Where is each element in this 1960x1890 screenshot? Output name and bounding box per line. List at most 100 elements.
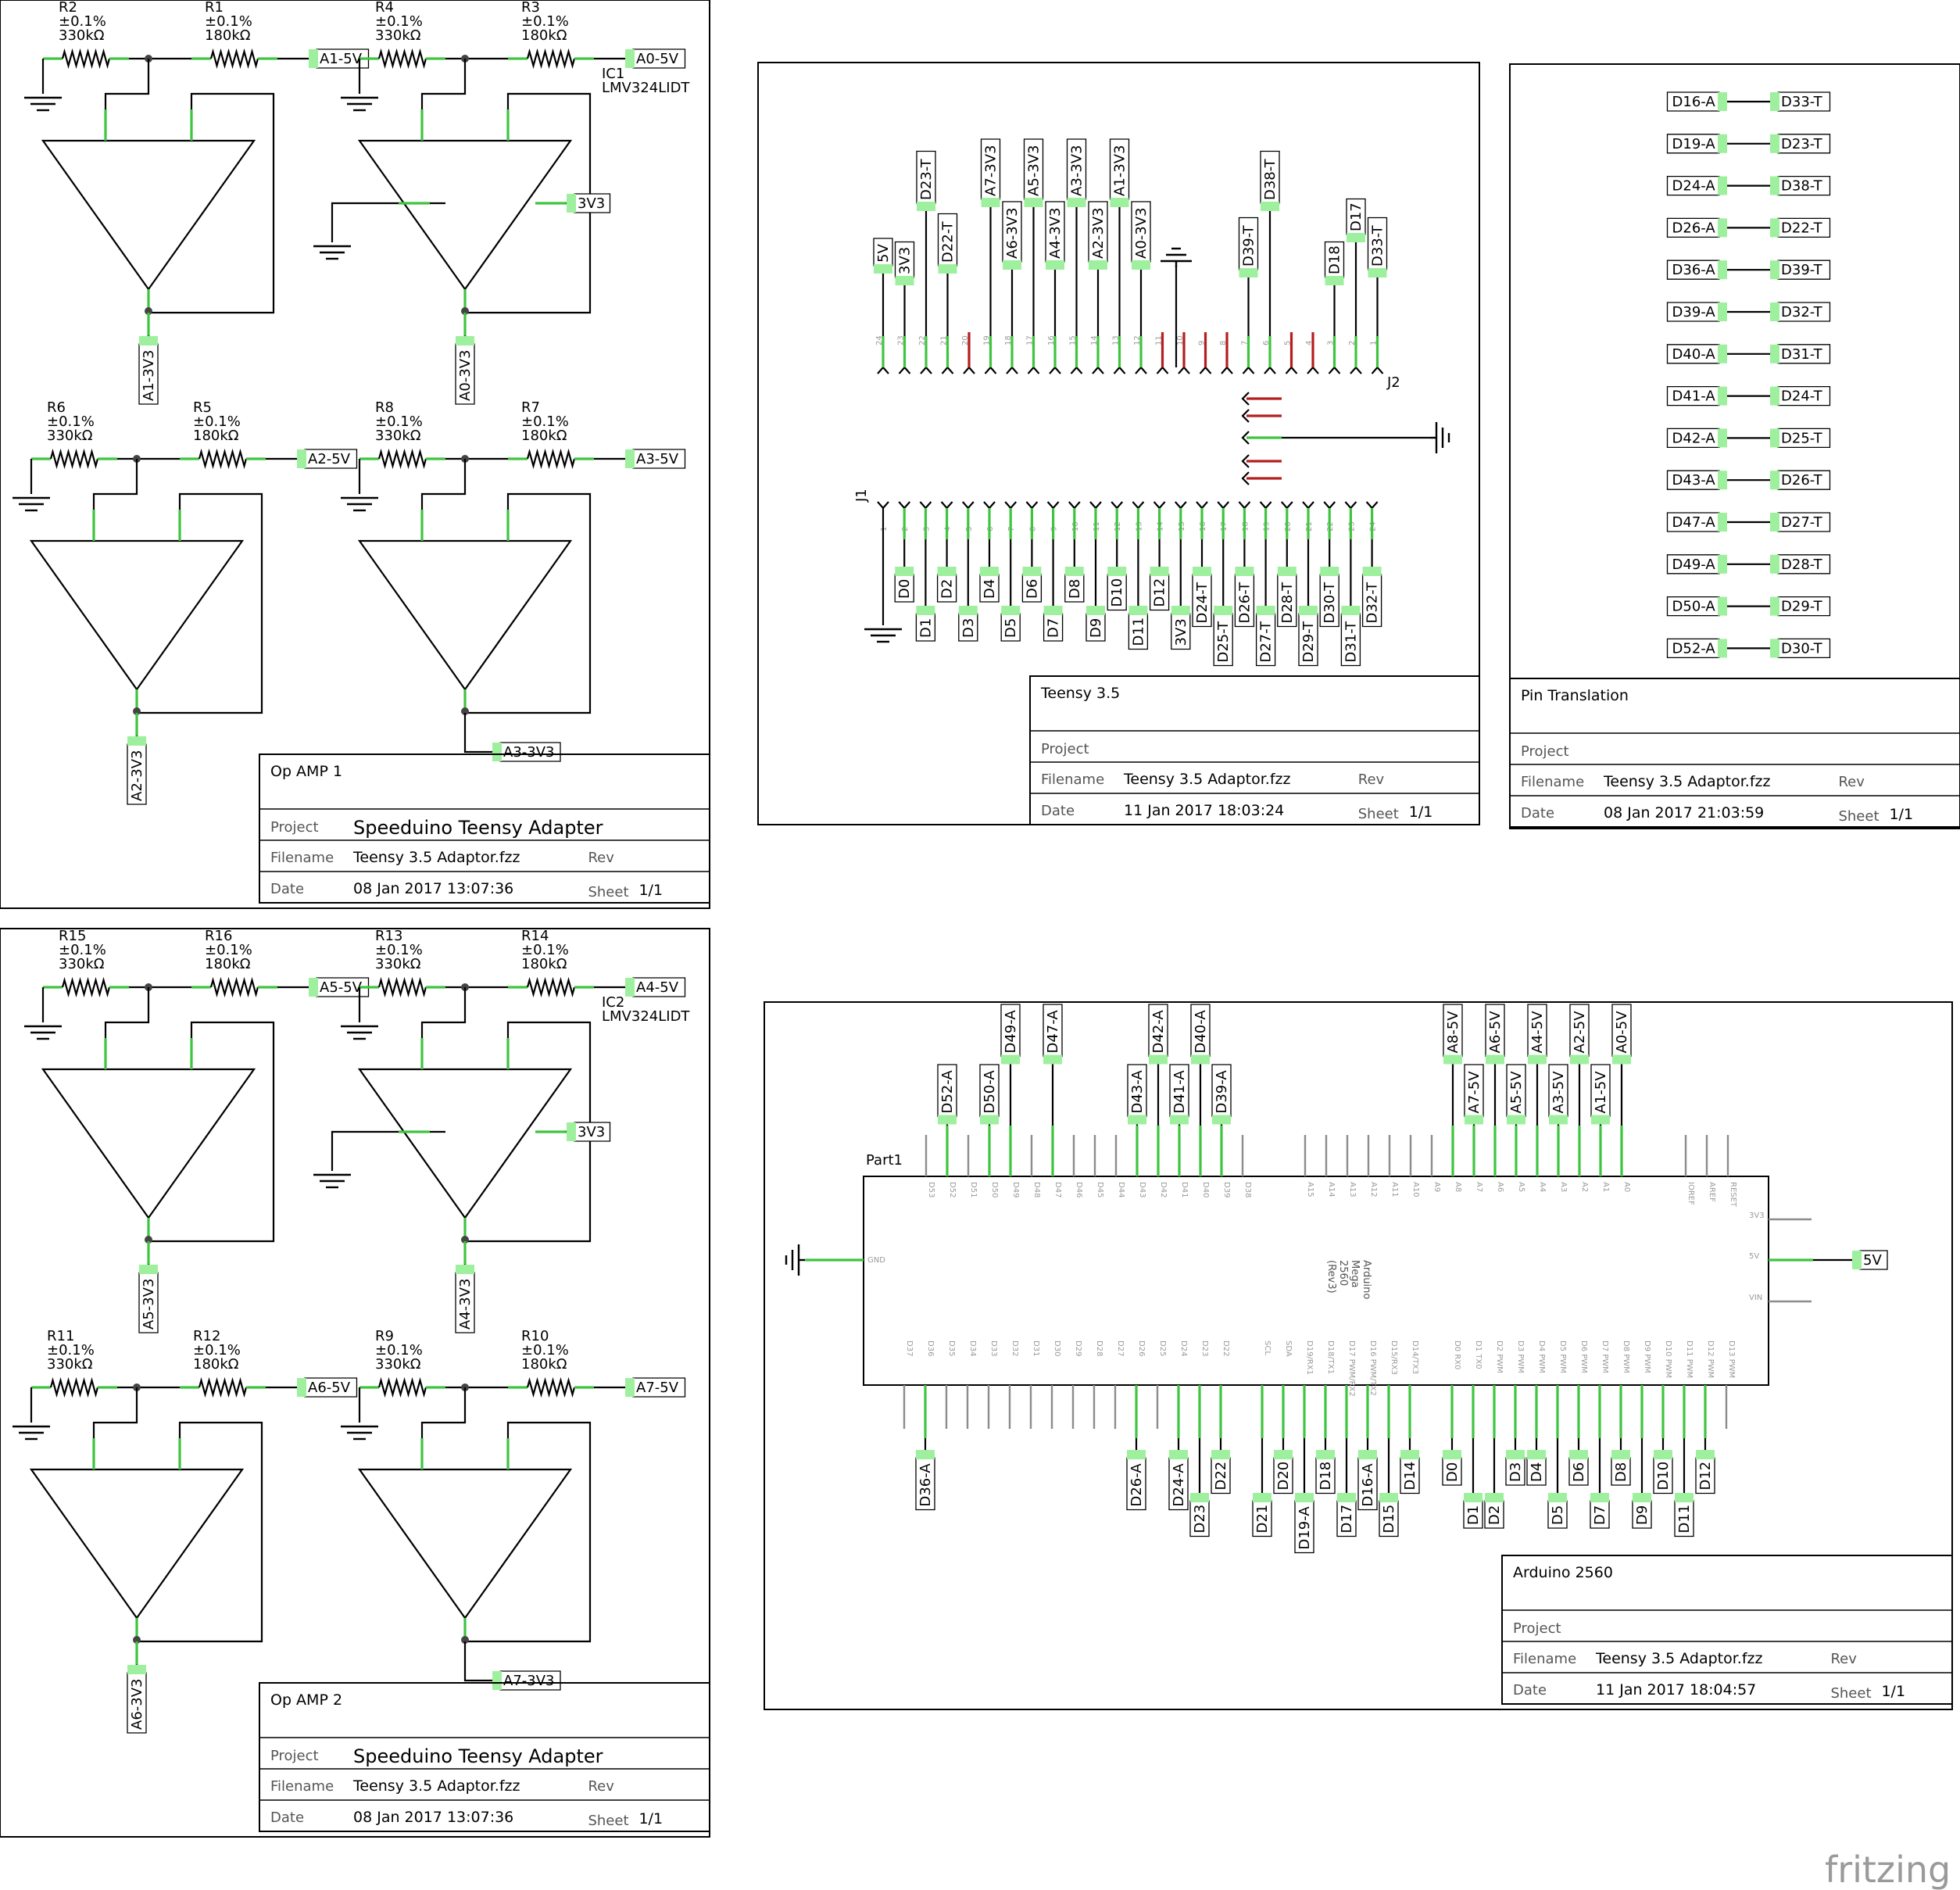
part-label: Part1 <box>866 1152 903 1169</box>
resistor-symbol <box>526 976 576 998</box>
title-block: Op AMP 1 Project Speeduino Teensy Adapter F… <box>259 753 710 904</box>
fritzing-logo: fritzing <box>1825 1849 1951 1890</box>
net-label: A5-5V <box>1506 1064 1526 1126</box>
connector-pin <box>941 366 954 374</box>
teensy-sheet: 24 23 22 21 20 19 18 17 16 15 14 13 12 11 10 9 8 7 6 5 4 3 2 15… <box>757 62 1480 825</box>
net-label: D43-A <box>1127 1064 1147 1126</box>
net-label-highlight <box>981 198 1000 207</box>
connector-pin <box>1302 501 1314 510</box>
arduino-name: 2560 <box>1337 1260 1349 1286</box>
net-label-highlight <box>1443 1054 1462 1065</box>
ground-symbol <box>341 496 378 512</box>
opamp-stage: R9±0.1%330kΩR10±0.1%180kΩA7-5VA7-3V3 <box>341 1328 686 1691</box>
translation-row: D39-A D32-T <box>1666 302 1831 322</box>
net-label-highlight <box>1633 1493 1651 1502</box>
net-label-text: A7-3V3 <box>503 1673 554 1689</box>
net-label: D49-A <box>1666 554 1728 575</box>
arduino-name: (Rev3) <box>1325 1260 1337 1294</box>
resistor-value: 180kΩ <box>205 27 251 44</box>
opamp1-sheet: R2±0.1%330kΩR1±0.1%180kΩA1-5VA1-3V3R4±0.… <box>0 0 710 909</box>
ground-symbol <box>341 1025 378 1040</box>
net-label: D19-A <box>1666 134 1728 154</box>
net-label: D22 <box>1211 1449 1231 1494</box>
net-label-highlight <box>938 264 957 274</box>
net-label: D41-A <box>1169 1064 1189 1126</box>
net-label: D50-A <box>1666 596 1728 617</box>
net-label: A2-3V3 <box>127 736 147 805</box>
connector-pin <box>898 366 911 374</box>
wire <box>104 59 150 109</box>
resistor-zigzag <box>526 1376 576 1398</box>
net-label-text: D39-A <box>1672 304 1716 320</box>
wire <box>104 987 150 1038</box>
net-label-highlight <box>1718 513 1727 532</box>
net-label: D9 <box>1632 1492 1652 1529</box>
net-label-text: D47-A <box>1672 514 1716 531</box>
resistor-value: 180kΩ <box>521 956 567 972</box>
net-label-highlight <box>127 1665 146 1674</box>
title-block-filename-label: Filename <box>270 1778 334 1795</box>
net-label-text: D0 <box>896 579 913 599</box>
net-label-highlight <box>916 606 935 615</box>
title-block-filename: Teensy 3.5 Adaptor.fzz <box>1123 771 1291 788</box>
net-label-text: D1 <box>1465 1505 1482 1525</box>
ground-symbol <box>13 1425 50 1441</box>
opamp-triangle <box>41 139 256 291</box>
net-label: A4-3V3 <box>1045 201 1065 270</box>
net-label: D19-A <box>1294 1492 1314 1554</box>
wire <box>465 1421 592 1643</box>
net-label-highlight <box>1443 1450 1461 1459</box>
net-label-text: D16-A <box>1360 1463 1376 1507</box>
net-label-text: D25-T <box>1215 621 1232 663</box>
net-label: D23 <box>1189 1492 1210 1537</box>
resistor-value: 330kΩ <box>375 956 421 972</box>
net-label-highlight <box>1003 260 1021 270</box>
net-label-highlight <box>567 194 576 213</box>
pin-name: D33 <box>989 1341 998 1356</box>
net-label-text: D9 <box>1634 1505 1651 1525</box>
net-label: D3 <box>958 605 978 642</box>
net-label: D27-T <box>1769 512 1831 532</box>
pin-name: D23 <box>1200 1341 1209 1356</box>
net-label: A4-3V3 <box>455 1264 475 1333</box>
translation-row: D41-A D24-T <box>1666 385 1831 406</box>
ground-symbol <box>313 1173 351 1189</box>
ic-part: LMV324LIDT <box>602 1008 690 1025</box>
title-block-filename-label: Filename <box>270 850 334 866</box>
net-label-highlight <box>456 1265 474 1274</box>
pin-name: A8 <box>1454 1182 1462 1192</box>
net-label: D26-A <box>1126 1449 1146 1511</box>
title-block-date-label: Date <box>270 1809 304 1826</box>
net-label-text: D17 <box>1339 1505 1355 1534</box>
net-label: D24-A <box>1168 1449 1189 1511</box>
title-block-date: 08 Jan 2017 13:07:36 <box>353 880 513 897</box>
net-label: D6 <box>1568 1449 1589 1486</box>
net-label: D30-T <box>1769 638 1831 659</box>
connector-pin <box>1350 366 1362 374</box>
net-label-highlight <box>492 1671 502 1690</box>
net-label-text: D52-A <box>1672 640 1716 657</box>
net-label: D24-A <box>1666 175 1728 196</box>
net-label-highlight <box>1718 92 1727 111</box>
net-label-highlight <box>1261 202 1279 211</box>
title-block-rev-label: Rev <box>1358 771 1385 788</box>
pin-name: A3 <box>1559 1182 1568 1192</box>
net-label-highlight <box>1171 606 1190 615</box>
net-label: D2 <box>936 566 957 603</box>
net-label: A2-5V <box>1569 1004 1590 1065</box>
net-label: D24-T <box>1769 385 1831 406</box>
net-label-text: D23 <box>1192 1505 1208 1534</box>
title-block-rev-label: Rev <box>588 1778 614 1795</box>
net-label: D7 <box>1043 605 1064 642</box>
net-label-highlight <box>980 1115 999 1125</box>
net-label-text: D38-T <box>1262 158 1279 200</box>
net-label: D25-T <box>1769 428 1831 449</box>
resistor-value: 330kΩ <box>59 956 105 972</box>
pin-translation-sheet: D16-A D33-T D19-A D23-T D24-A D38-T D26-A D22-T… <box>1509 63 1960 829</box>
title-block: Arduino 2560 Project Filename Teensy 3.5 Ad… <box>1501 1555 1953 1705</box>
ground-symbol <box>313 245 351 260</box>
net-label: A0-5V <box>1611 1004 1632 1065</box>
title-block-sheet-label: Sheet <box>1358 806 1399 822</box>
pin-name: D42 <box>1159 1182 1168 1197</box>
net-label-text: D24-T <box>1781 388 1823 405</box>
